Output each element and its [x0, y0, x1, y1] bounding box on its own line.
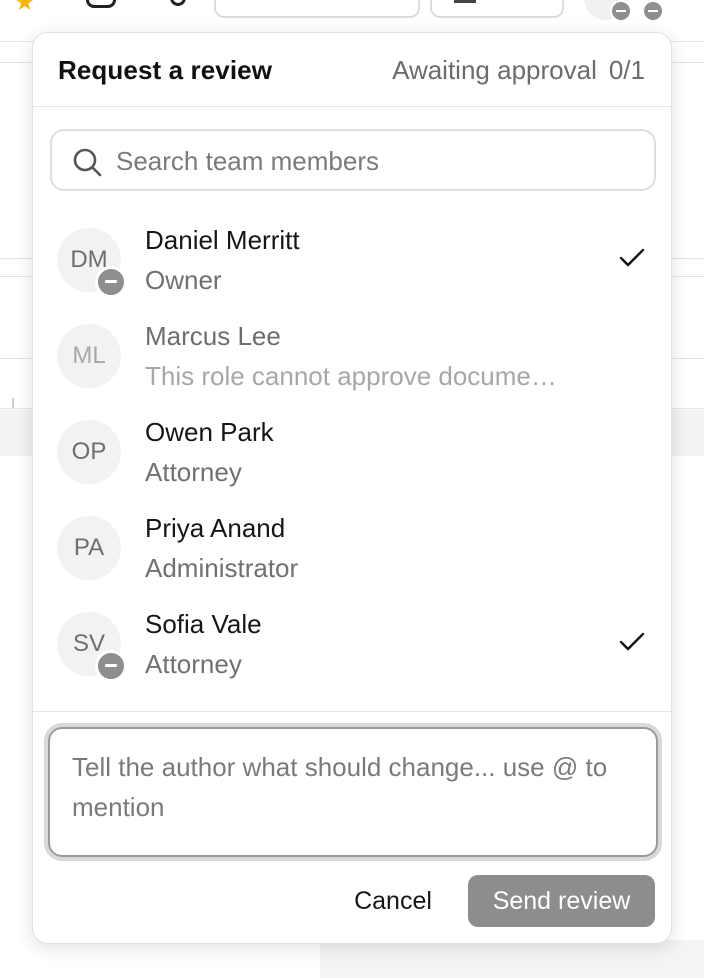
send-review-button[interactable]: Send review — [468, 875, 655, 927]
member-name: Priya Anand — [145, 513, 286, 543]
member-search[interactable] — [50, 129, 656, 191]
check-icon — [619, 248, 645, 267]
member-name: Owen Park — [145, 417, 274, 447]
avatar: OP — [57, 420, 121, 484]
popover-header: Request a review Awaiting approval 0/1 — [33, 33, 671, 107]
member-name: Marcus Lee — [145, 321, 281, 351]
approval-count: 0/1 — [608, 55, 645, 85]
member-role: Administrator — [145, 553, 299, 583]
member-item-marcus-lee: ML Marcus Lee This role cannot approve d… — [33, 307, 671, 403]
member-name: Daniel Merritt — [145, 225, 300, 255]
menu-icon — [454, 0, 476, 3]
star-icon[interactable]: ★ — [14, 0, 36, 17]
comment-focus-ring — [44, 723, 662, 861]
member-item-owen-park[interactable]: OP Owen Park Attorney — [33, 403, 671, 499]
comment-icon[interactable] — [86, 0, 116, 8]
ruler-tick — [12, 398, 14, 408]
request-review-popover: Request a review Awaiting approval 0/1 DM… — [32, 32, 672, 944]
minus-circle-icon — [95, 266, 127, 298]
search-input[interactable] — [116, 141, 636, 181]
minus-circle-icon — [642, 0, 664, 22]
member-role: Attorney — [145, 457, 242, 487]
member-role: Attorney — [145, 649, 242, 679]
member-list: DM Daniel Merritt Owner ML Marcus Lee Th… — [33, 211, 671, 691]
member-role: This role cannot approve docume… — [145, 361, 557, 391]
search-icon — [73, 148, 102, 177]
cancel-button[interactable]: Cancel — [333, 875, 453, 927]
approval-status-label: Awaiting approval — [392, 55, 597, 85]
toolbar-menu-button[interactable] — [430, 0, 564, 18]
avatar: PA — [57, 516, 121, 580]
popover-title: Request a review — [58, 55, 273, 85]
minus-circle-icon — [610, 0, 632, 22]
avatar: ML — [57, 324, 121, 388]
minus-circle-icon — [95, 650, 127, 682]
review-comment-input[interactable] — [48, 727, 658, 857]
check-icon — [619, 632, 645, 651]
member-item-daniel-merritt[interactable]: DM Daniel Merritt Owner — [33, 211, 671, 307]
member-item-sofia-vale[interactable]: SV Sofia Vale Attorney — [33, 595, 671, 691]
member-item-priya-anand[interactable]: PA Priya Anand Administrator — [33, 499, 671, 595]
member-role: Owner — [145, 265, 222, 295]
toolbar-search-button[interactable] — [214, 0, 420, 18]
approval-status: Awaiting approval 0/1 — [392, 55, 645, 86]
member-name: Sofia Vale — [145, 609, 262, 639]
document-area — [320, 940, 704, 978]
divider — [33, 711, 671, 712]
